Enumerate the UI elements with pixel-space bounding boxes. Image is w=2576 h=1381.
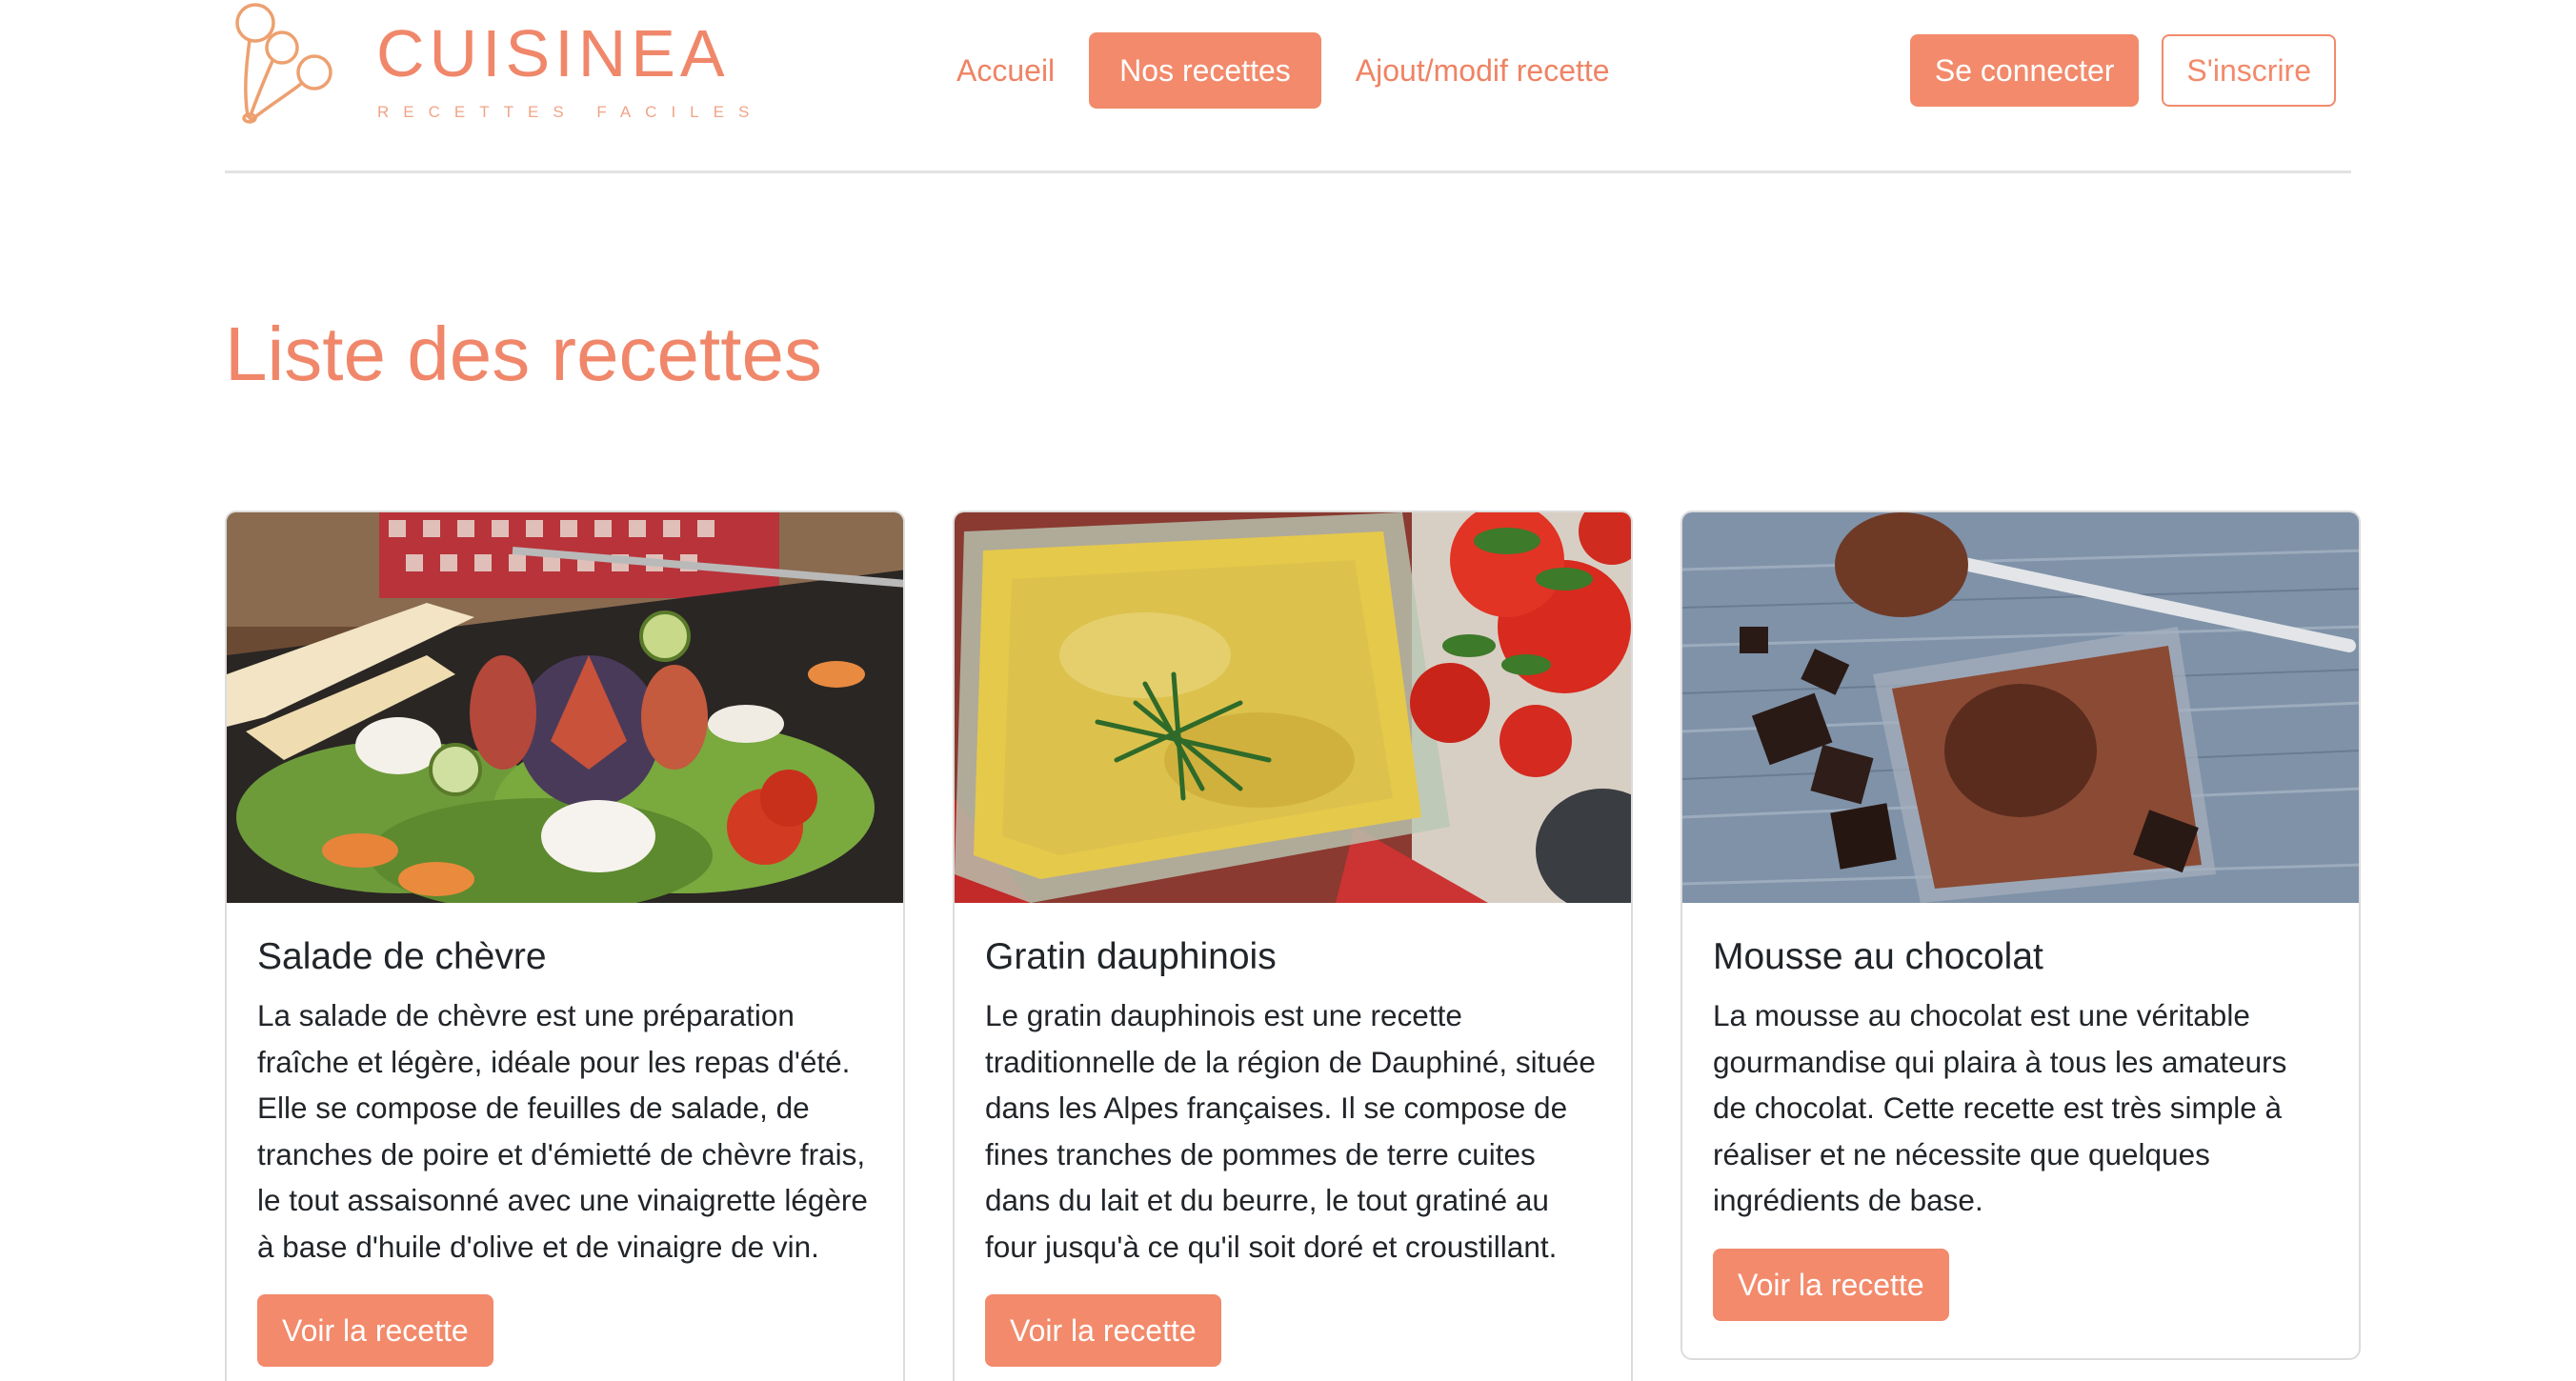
recipe-image-mousse <box>1682 512 2359 903</box>
auth-buttons: Se connecter S'inscrire <box>1909 34 2336 107</box>
view-recipe-button[interactable]: Voir la recette <box>985 1294 1221 1367</box>
recipe-card-salade: Salade de chèvre La salade de chèvre est… <box>225 510 905 1381</box>
recipe-card-body: Gratin dauphinois Le gratin dauphinois e… <box>955 903 1631 1367</box>
recipe-card-mousse: Mousse au chocolat La mousse au chocolat… <box>1680 510 2361 1360</box>
nav-item-accueil[interactable]: Accueil <box>939 32 1085 109</box>
brand-logo[interactable]: CUISINEA RECETTES FACILES <box>227 2 749 126</box>
view-recipe-button[interactable]: Voir la recette <box>1713 1248 1949 1321</box>
view-recipe-button[interactable]: Voir la recette <box>257 1294 493 1367</box>
recipe-description: La mousse au chocolat est une véritable … <box>1713 998 2287 1217</box>
recipe-title: Gratin dauphinois <box>985 936 1277 977</box>
nav-item-nos-recettes[interactable]: Nos recettes <box>1089 32 1321 109</box>
recipe-description: Le gratin dauphinois est une recette tra… <box>985 998 1596 1264</box>
recipe-card-gratin: Gratin dauphinois Le gratin dauphinois e… <box>953 510 1633 1381</box>
recipe-list: Salade de chèvre La salade de chèvre est… <box>225 510 2361 1381</box>
recipe-image-gratin <box>955 512 1631 903</box>
signup-button[interactable]: S'inscrire <box>2162 34 2336 107</box>
brand-tagline: RECETTES FACILES <box>377 103 764 121</box>
recipe-card-body: Salade de chèvre La salade de chèvre est… <box>227 903 903 1367</box>
page-container: CUISINEA RECETTES FACILES Accueil Nos re… <box>225 0 2361 1381</box>
brand-title: CUISINEA <box>376 16 730 90</box>
recipe-card-body: Mousse au chocolat La mousse au chocolat… <box>1682 903 2359 1321</box>
main-nav: Accueil Nos recettes Ajout/modif recette <box>939 32 1640 109</box>
page-title: Liste des recettes <box>225 311 822 396</box>
recipe-title: Salade de chèvre <box>257 936 547 977</box>
measuring-spoons-icon <box>235 3 332 124</box>
site-header: CUISINEA RECETTES FACILES Accueil Nos re… <box>225 0 2351 173</box>
recipe-description: La salade de chèvre est une préparation … <box>257 998 868 1264</box>
nav-item-ajout-modif-recette[interactable]: Ajout/modif recette <box>1325 32 1640 109</box>
recipe-title: Mousse au chocolat <box>1713 936 2043 977</box>
login-button[interactable]: Se connecter <box>1909 34 2140 107</box>
recipe-image-salade <box>227 512 903 903</box>
